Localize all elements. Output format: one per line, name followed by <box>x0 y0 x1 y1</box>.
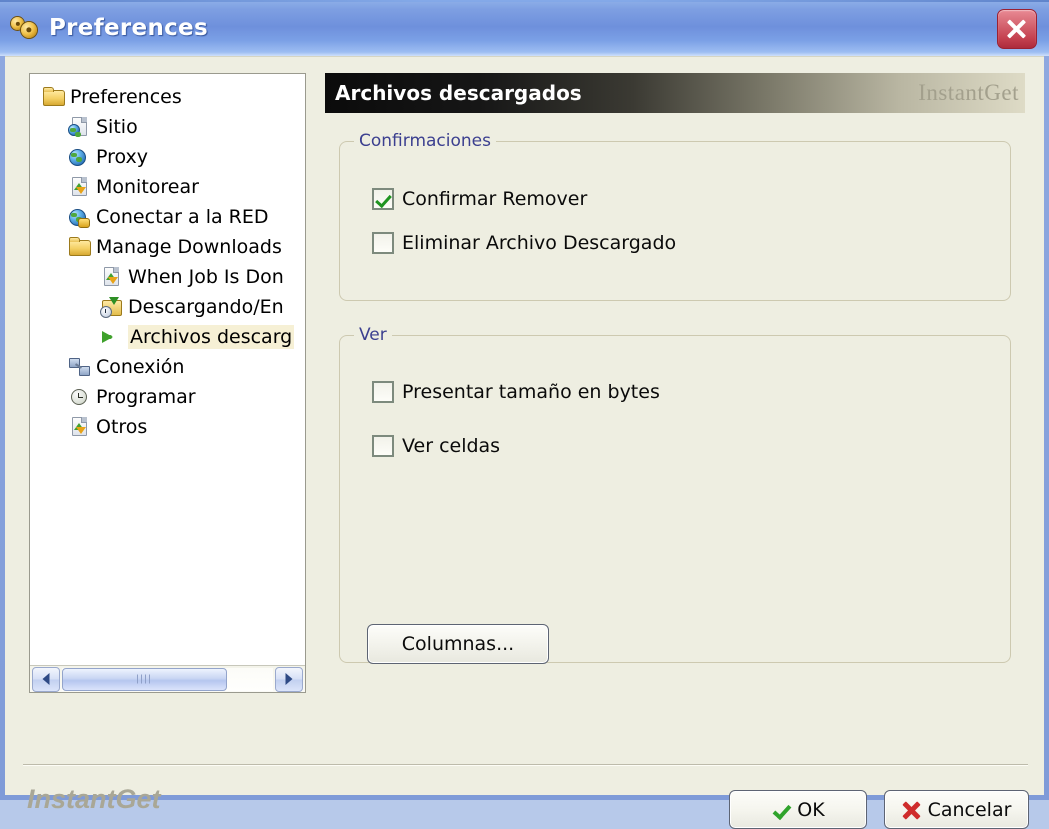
tree-item-label: Conexión <box>96 356 185 378</box>
close-icon[interactable] <box>997 9 1037 49</box>
document-globe-icon <box>68 116 90 138</box>
folder-icon <box>68 236 91 258</box>
checkbox-eliminar-archivo-descargado[interactable]: Eliminar Archivo Descargado <box>372 232 676 254</box>
page-title: Archivos descargados <box>335 81 582 105</box>
window-title: Preferences <box>49 15 208 41</box>
tree-item-label: Sitio <box>96 116 138 138</box>
tree-item-label: Programar <box>96 386 196 408</box>
footer-separator <box>23 764 1028 766</box>
document-recycle-icon <box>100 266 122 288</box>
grip-icon <box>136 674 153 684</box>
globe-key-icon <box>68 206 90 228</box>
scrollbar-track[interactable] <box>62 667 273 691</box>
document-recycle-icon <box>68 416 90 438</box>
tree-item-label: When Job Is Don <box>128 266 284 288</box>
checkbox-confirmar-remover[interactable]: Confirmar Remover <box>372 188 587 210</box>
checkbox-box[interactable] <box>372 381 394 403</box>
tree-item-label: Monitorear <box>96 176 199 198</box>
red-cross-icon <box>901 800 921 820</box>
checkbox-label: Ver celdas <box>402 435 501 457</box>
cancel-button-label: Cancelar <box>927 798 1012 821</box>
tree-item-label: Proxy <box>96 146 149 168</box>
tree-item-when-job-is-done[interactable]: When Job Is Don <box>30 262 305 292</box>
tree-item-manage-downloads[interactable]: Manage Downloads <box>30 232 305 262</box>
ok-button[interactable]: OK <box>729 790 867 829</box>
columnas-button[interactable]: Columnas... <box>367 624 549 664</box>
panel-brand-label: InstantGet <box>918 80 1019 105</box>
tree-item-conectar-red[interactable]: Conectar a la RED <box>30 202 305 232</box>
globe-icon <box>68 146 90 168</box>
checkbox-label: Eliminar Archivo Descargado <box>402 232 677 254</box>
group-legend: Confirmaciones <box>354 131 496 151</box>
tree-item-label: Conectar a la RED <box>96 206 269 228</box>
preferences-window: Preferences Preferences Sitio Proxy Moni… <box>0 0 1049 829</box>
tree-item-preferences[interactable]: Preferences <box>30 82 305 112</box>
window-titlebar: Preferences <box>0 0 1049 56</box>
checkbox-presentar-tamano-en-bytes[interactable]: Presentar tamaño en bytes <box>372 381 660 403</box>
tree-item-label: Preferences <box>70 86 182 108</box>
dialog-client-area: Preferences Sitio Proxy Monitorear Conec… <box>5 56 1044 829</box>
checkbox-box[interactable] <box>372 232 394 254</box>
tree-item-sitio[interactable]: Sitio <box>30 112 305 142</box>
ok-button-label: OK <box>797 798 825 821</box>
tree-item-proxy[interactable]: Proxy <box>30 142 305 172</box>
tree-item-label: Descargando/En <box>128 296 284 318</box>
tree-item-descargando[interactable]: Descargando/En <box>30 292 305 322</box>
document-recycle-icon <box>68 176 90 198</box>
tree-item-monitorear[interactable]: Monitorear <box>30 172 305 202</box>
checkbox-box[interactable] <box>372 188 394 210</box>
tree-item-conexion[interactable]: Conexión <box>30 352 305 382</box>
checkbox-label: Presentar tamaño en bytes <box>402 381 660 403</box>
tree-item-label: Manage Downloads <box>96 236 282 258</box>
folder-icon <box>42 86 65 108</box>
tree-item-archivos-descargados[interactable]: Archivos descarg <box>30 322 305 352</box>
scrollbar-thumb[interactable] <box>62 667 227 691</box>
chevron-right-icon[interactable] <box>275 666 303 692</box>
preferences-tree-panel[interactable]: Preferences Sitio Proxy Monitorear Conec… <box>29 73 306 693</box>
group-confirmaciones: Confirmaciones Confirmar Remover Elimina… <box>339 131 1011 301</box>
checkbox-box[interactable] <box>372 435 394 457</box>
panel-header: Archivos descargados InstantGet <box>325 73 1025 113</box>
checkbox-label: Confirmar Remover <box>402 188 588 210</box>
green-arrow-icon <box>100 326 122 348</box>
tree-item-label: Otros <box>96 416 148 438</box>
checkbox-ver-celdas[interactable]: Ver celdas <box>372 435 500 457</box>
cancel-button[interactable]: Cancelar <box>884 790 1029 829</box>
chevron-left-icon[interactable] <box>32 666 60 692</box>
group-ver: Ver Presentar tamaño en bytes Ver celdas <box>339 325 1011 663</box>
gears-icon <box>10 13 40 43</box>
preferences-tree-list: Preferences Sitio Proxy Monitorear Conec… <box>30 82 305 442</box>
clock-icon <box>68 386 90 408</box>
green-check-icon <box>771 801 790 818</box>
group-legend: Ver <box>354 325 392 345</box>
tree-item-label: Archivos descarg <box>128 325 295 349</box>
connection-icon <box>68 356 90 378</box>
download-folder-icon <box>100 296 122 318</box>
tree-item-programar[interactable]: Programar <box>30 382 305 412</box>
settings-panel: Archivos descargados InstantGet Confirma… <box>325 73 1025 693</box>
tree-horizontal-scrollbar[interactable] <box>30 665 305 692</box>
tree-item-otros[interactable]: Otros <box>30 412 305 442</box>
